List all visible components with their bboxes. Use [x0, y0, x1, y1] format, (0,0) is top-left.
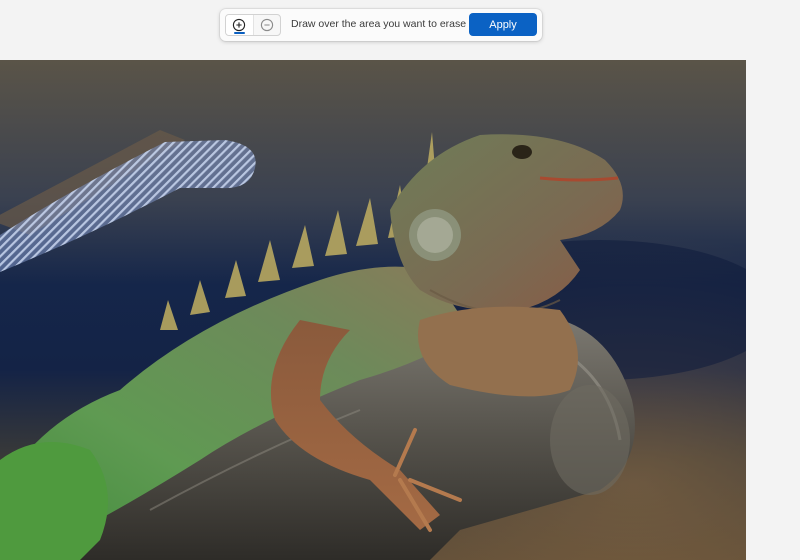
erase-toolbar: Draw over the area you want to erase App…	[220, 9, 542, 41]
add-area-button[interactable]	[226, 15, 253, 35]
brush-mode-toggle	[225, 14, 281, 36]
remove-area-button[interactable]	[252, 15, 281, 35]
iguana-photo	[0, 60, 746, 560]
plus-circle-icon	[233, 18, 246, 32]
active-mode-indicator	[234, 32, 245, 34]
minus-circle-icon	[260, 18, 273, 32]
apply-button[interactable]: Apply	[469, 13, 537, 36]
erase-instruction-text: Draw over the area you want to erase	[291, 18, 467, 30]
image-canvas[interactable]	[0, 60, 746, 560]
